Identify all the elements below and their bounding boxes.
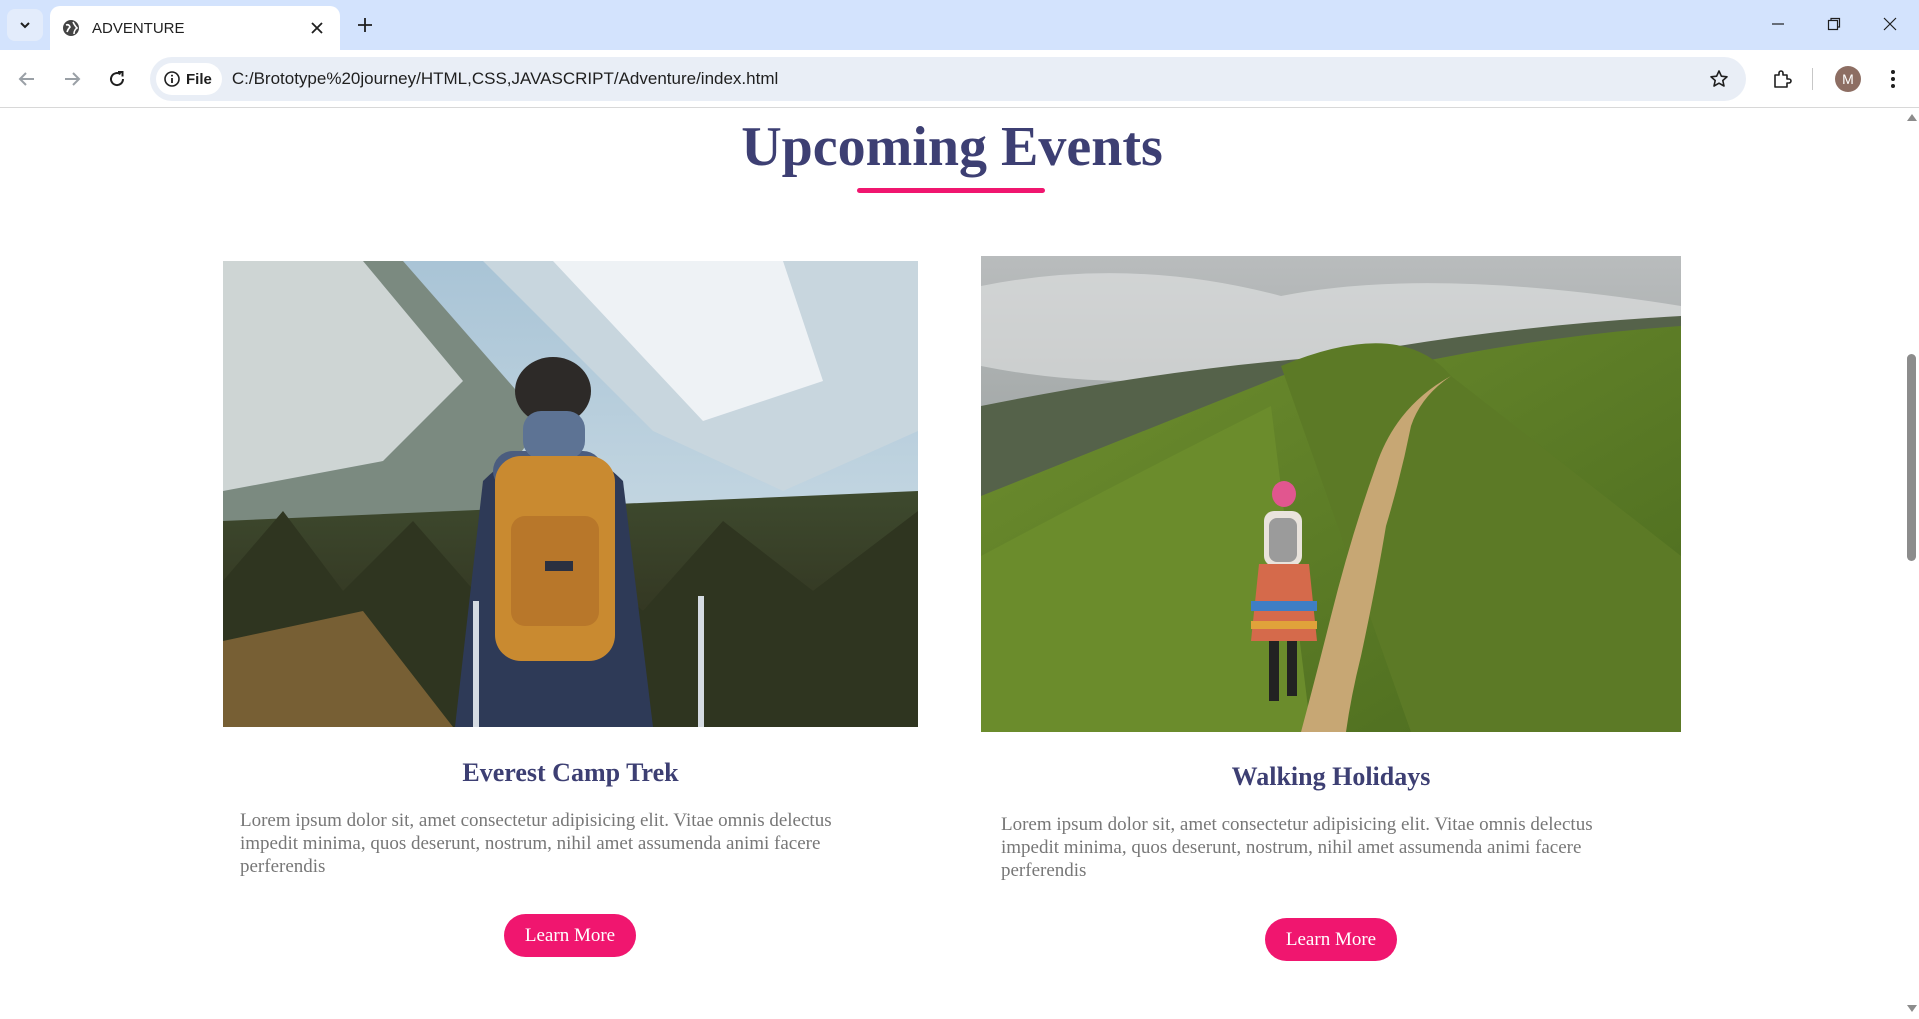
browser-toolbar: File C:/Brototype%20journey/HTML,CSS,JAV… — [0, 50, 1919, 108]
tab-close-button[interactable] — [306, 17, 328, 39]
more-vertical-icon — [1891, 70, 1895, 88]
minimize-button[interactable] — [1750, 0, 1806, 48]
tab-search-button[interactable] — [7, 9, 43, 41]
profile-button[interactable]: M — [1831, 62, 1865, 96]
hiker-photo — [223, 261, 918, 727]
site-info-chip[interactable]: File — [156, 63, 222, 95]
reload-button[interactable] — [100, 62, 134, 96]
scroll-up-arrow-icon[interactable] — [1907, 113, 1917, 121]
active-tab[interactable]: ADVENTURE — [50, 6, 340, 50]
back-button[interactable] — [10, 62, 44, 96]
avatar: M — [1835, 66, 1861, 92]
event-description: Lorem ipsum dolor sit, amet consectetur … — [240, 810, 832, 877]
page-scrollbar[interactable] — [1904, 109, 1919, 1019]
globe-icon — [63, 20, 79, 36]
learn-more-button[interactable]: Learn More — [1265, 918, 1397, 961]
forward-button[interactable] — [55, 62, 89, 96]
event-card: Walking Holidays Lorem ipsum dolor sit, … — [981, 256, 1681, 966]
event-description: Lorem ipsum dolor sit, amet consectetur … — [1001, 814, 1593, 881]
arrow-right-icon — [65, 72, 81, 86]
extensions-button[interactable] — [1765, 62, 1799, 96]
page-viewport: Upcoming Events Everest Camp Trek Lorem … — [0, 109, 1904, 1019]
title-underline — [857, 188, 1045, 193]
close-window-button[interactable] — [1862, 0, 1918, 48]
walker-photo — [981, 256, 1681, 732]
arrow-left-icon — [18, 72, 34, 86]
section-title: Upcoming Events — [741, 116, 1163, 178]
puzzle-icon — [1774, 70, 1792, 88]
bookmark-button[interactable] — [1702, 62, 1736, 96]
new-tab-button[interactable] — [350, 10, 380, 40]
learn-more-button[interactable]: Learn More — [504, 914, 636, 957]
close-icon — [1883, 17, 1897, 31]
toolbar-divider — [1812, 68, 1813, 90]
event-title: Walking Holidays — [1231, 762, 1431, 791]
plus-icon — [358, 18, 372, 32]
event-card: Everest Camp Trek Lorem ipsum dolor sit,… — [223, 261, 918, 961]
minimize-icon — [1772, 23, 1784, 25]
event-image-hiker — [223, 261, 918, 727]
url-text[interactable]: C:/Brototype%20journey/HTML,CSS,JAVASCRI… — [232, 69, 1702, 89]
tab-title: ADVENTURE — [92, 19, 185, 37]
event-title: Everest Camp Trek — [462, 758, 679, 787]
scrollbar-thumb[interactable] — [1907, 354, 1916, 561]
menu-button[interactable] — [1876, 62, 1910, 96]
reload-icon — [110, 71, 125, 87]
site-chip-label: File — [186, 70, 212, 88]
scroll-down-arrow-icon[interactable] — [1907, 1005, 1917, 1013]
restore-button[interactable] — [1806, 0, 1862, 48]
close-icon — [311, 22, 323, 34]
info-icon — [164, 71, 180, 87]
restore-icon — [1827, 17, 1841, 31]
tab-strip: ADVENTURE — [0, 0, 1919, 50]
address-bar[interactable]: File C:/Brototype%20journey/HTML,CSS,JAV… — [150, 57, 1746, 101]
chevron-down-icon — [20, 22, 30, 29]
star-icon — [1710, 70, 1728, 87]
event-image-walker — [981, 256, 1681, 732]
